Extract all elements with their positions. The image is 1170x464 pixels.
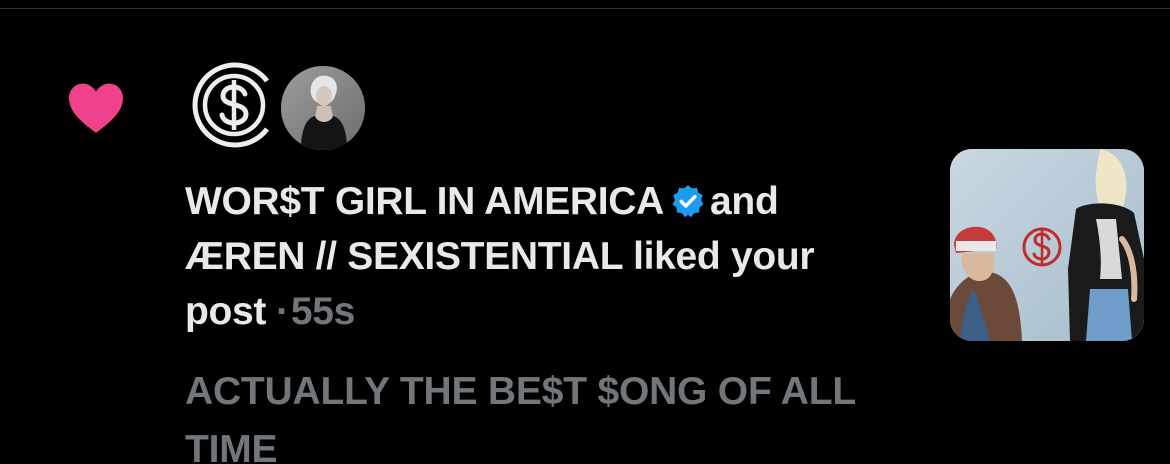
connector-text: and (710, 180, 779, 223)
dollar-circle-logo-icon (188, 59, 280, 151)
heart-icon (69, 83, 123, 133)
avatar-aeren[interactable] (281, 66, 365, 150)
notification-text: WOR$T GIRL IN AMERICA and ÆREN // SEXIST… (185, 174, 905, 339)
like-notification[interactable]: WOR$T GIRL IN AMERICA and ÆREN // SEXIST… (0, 9, 1170, 464)
portrait-photo-icon (281, 66, 365, 150)
separator-dot: · (276, 290, 289, 333)
action-text: liked (633, 235, 721, 278)
verified-badge-icon (672, 185, 704, 218)
post-preview-text[interactable]: ACTUALLY THE BE$T $ONG OF ALL TIME (185, 363, 905, 464)
post-thumbnail[interactable] (950, 149, 1144, 341)
timestamp: 55s (290, 290, 355, 333)
user-name-2[interactable]: ÆREN // SEXISTENTIAL (185, 235, 623, 278)
user-name-1[interactable]: WOR$T GIRL IN AMERICA (185, 180, 664, 223)
avatar-worst-girl[interactable] (188, 59, 280, 151)
post-media-thumbnail-icon (950, 149, 1144, 341)
notifications-screen: WOR$T GIRL IN AMERICA and ÆREN // SEXIST… (0, 0, 1170, 464)
